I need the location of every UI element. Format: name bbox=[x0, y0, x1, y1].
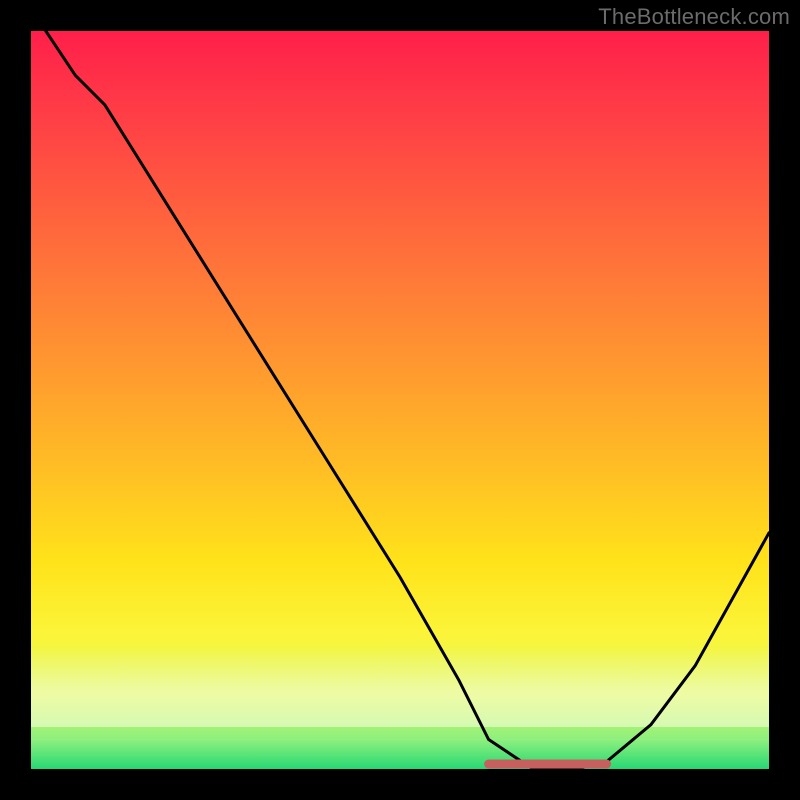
chart-frame: TheBottleneck.com bbox=[0, 0, 800, 800]
watermark-text: TheBottleneck.com bbox=[598, 4, 790, 30]
curve-svg bbox=[31, 31, 769, 769]
bottleneck-curve-path bbox=[46, 31, 769, 769]
plot-area bbox=[31, 31, 769, 769]
